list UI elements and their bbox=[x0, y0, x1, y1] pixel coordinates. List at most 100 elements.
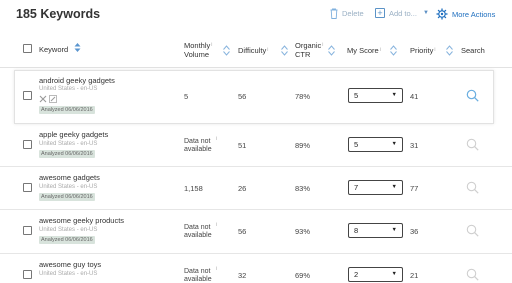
location-text: United States - en-US bbox=[39, 86, 98, 92]
organic-line1: Organic bbox=[295, 41, 322, 50]
sort-difficulty-icon[interactable] bbox=[280, 45, 289, 56]
info-volume[interactable]: i bbox=[216, 266, 217, 272]
search-icon[interactable] bbox=[466, 181, 479, 194]
my-score-select[interactable]: 7 ▼ bbox=[348, 180, 403, 195]
location-text: United States - en-US bbox=[39, 184, 98, 190]
info-score[interactable]: i bbox=[380, 47, 381, 53]
monthly-volume-value: 1,158 bbox=[184, 184, 203, 193]
row-checkbox[interactable] bbox=[23, 91, 32, 100]
difficulty-value: 56 bbox=[238, 227, 247, 236]
sort-priority-icon[interactable] bbox=[445, 45, 454, 56]
caret-down-icon: ▼ bbox=[391, 271, 397, 277]
column-priority: Priorityi bbox=[410, 46, 435, 55]
delete-label: Delete bbox=[342, 9, 364, 18]
my-score-select[interactable]: 5 ▼ bbox=[348, 88, 403, 103]
select-all-checkbox[interactable] bbox=[23, 44, 32, 53]
my-score-select[interactable]: 5 ▼ bbox=[348, 137, 403, 152]
page-title: 185 Keywords bbox=[16, 7, 101, 21]
volume-line1: Data not bbox=[184, 268, 211, 275]
my-score-value: 5 bbox=[354, 140, 359, 149]
chevron-down-icon: ▼ bbox=[422, 10, 429, 16]
priority-value: 36 bbox=[410, 227, 419, 236]
search-icon[interactable] bbox=[466, 268, 479, 281]
analyzed-badge: Analyzed 06/06/2016 bbox=[39, 193, 95, 201]
keyword-text[interactable]: android geeky gadgets bbox=[39, 76, 115, 85]
row-checkbox[interactable] bbox=[23, 183, 32, 192]
search-icon[interactable] bbox=[466, 138, 479, 151]
column-search: Search bbox=[461, 46, 485, 55]
sort-score-icon[interactable] bbox=[389, 45, 398, 56]
caret-down-icon: ▼ bbox=[391, 184, 397, 190]
my-score-label: My Score bbox=[347, 46, 379, 55]
plus-square-icon: + bbox=[375, 8, 385, 18]
pencil-icon[interactable] bbox=[49, 95, 57, 103]
volume-line2: available bbox=[184, 146, 212, 153]
monthly-line2: Volume bbox=[184, 50, 210, 59]
sort-ctr-icon[interactable] bbox=[327, 45, 336, 56]
priority-label: Priority bbox=[410, 46, 434, 55]
analyzed-badge: Analyzed 06/06/2016 bbox=[39, 150, 95, 158]
volume-line1: Data not bbox=[184, 224, 211, 231]
difficulty-value: 26 bbox=[238, 184, 247, 193]
my-score-value: 7 bbox=[354, 183, 359, 192]
my-score-select[interactable]: 8 ▼ bbox=[348, 223, 403, 238]
priority-value: 21 bbox=[410, 271, 419, 280]
trash-icon bbox=[330, 8, 338, 19]
priority-value: 77 bbox=[410, 184, 419, 193]
row-actions bbox=[39, 95, 57, 103]
column-my-score: My Scorei bbox=[347, 46, 381, 55]
keyword-text[interactable]: awesome geeky products bbox=[39, 216, 124, 225]
difficulty-value: 56 bbox=[238, 92, 247, 101]
caret-down-icon: ▼ bbox=[391, 141, 397, 147]
column-difficulty: Difficultyi bbox=[238, 46, 268, 55]
row-checkbox[interactable] bbox=[23, 226, 32, 235]
more-actions-button[interactable]: More Actions bbox=[436, 8, 495, 20]
info-monthly[interactable]: i bbox=[211, 42, 212, 48]
difficulty-label: Difficulty bbox=[238, 46, 267, 55]
more-actions-label: More Actions bbox=[452, 9, 496, 19]
sort-keyword-icon[interactable] bbox=[73, 42, 82, 53]
search-icon[interactable] bbox=[466, 224, 479, 237]
sort-volume-icon[interactable] bbox=[222, 45, 231, 56]
column-keyword: Keyword bbox=[39, 45, 69, 54]
delete-button[interactable]: Delete bbox=[330, 8, 364, 19]
location-text: United States - en-US bbox=[39, 141, 98, 147]
ctr-value: 69% bbox=[295, 271, 311, 280]
gear-icon bbox=[436, 8, 448, 20]
priority-value: 41 bbox=[410, 92, 419, 101]
volume-line2: available bbox=[184, 232, 212, 239]
keyword-text[interactable]: apple geeky gadgets bbox=[39, 130, 108, 139]
analyzed-badge: Analyzed 06/06/2016 bbox=[39, 106, 95, 114]
my-score-value: 8 bbox=[354, 226, 359, 235]
x-icon[interactable] bbox=[39, 95, 47, 103]
my-score-select[interactable]: 2 ▼ bbox=[348, 267, 403, 282]
ctr-value: 93% bbox=[295, 227, 311, 236]
my-score-value: 5 bbox=[354, 91, 359, 100]
info-organic[interactable]: i bbox=[322, 42, 323, 48]
caret-down-icon: ▼ bbox=[391, 227, 397, 233]
caret-down-icon: ▼ bbox=[391, 92, 397, 98]
top-bar: 185 Keywords Delete + Add to... ▼ More A… bbox=[0, 0, 512, 34]
add-to-dropdown[interactable]: + Add to... ▼ bbox=[375, 8, 429, 18]
volume-line2: available bbox=[184, 276, 212, 283]
my-score-value: 2 bbox=[354, 270, 359, 279]
location-text: United States - en-US bbox=[39, 271, 98, 277]
priority-value: 31 bbox=[410, 141, 419, 150]
column-organic-ctr: Organici CTR bbox=[295, 41, 323, 59]
monthly-volume-value: Data not available bbox=[184, 224, 212, 240]
ctr-value: 89% bbox=[295, 141, 311, 150]
organic-line2: CTR bbox=[295, 50, 311, 59]
search-icon[interactable] bbox=[466, 89, 479, 102]
info-priority[interactable]: i bbox=[434, 47, 435, 53]
info-volume[interactable]: i bbox=[216, 136, 217, 142]
row-checkbox[interactable] bbox=[23, 270, 32, 279]
info-difficulty[interactable]: i bbox=[267, 47, 268, 53]
row-checkbox[interactable] bbox=[23, 140, 32, 149]
keyword-text[interactable]: awesome gadgets bbox=[39, 173, 100, 182]
ctr-value: 83% bbox=[295, 184, 311, 193]
monthly-line1: Monthly bbox=[184, 41, 211, 50]
location-text: United States - en-US bbox=[39, 227, 98, 233]
keyword-text[interactable]: awesome guy toys bbox=[39, 260, 101, 269]
info-volume[interactable]: i bbox=[216, 222, 217, 228]
analyzed-badge: Analyzed 06/06/2016 bbox=[39, 236, 95, 244]
